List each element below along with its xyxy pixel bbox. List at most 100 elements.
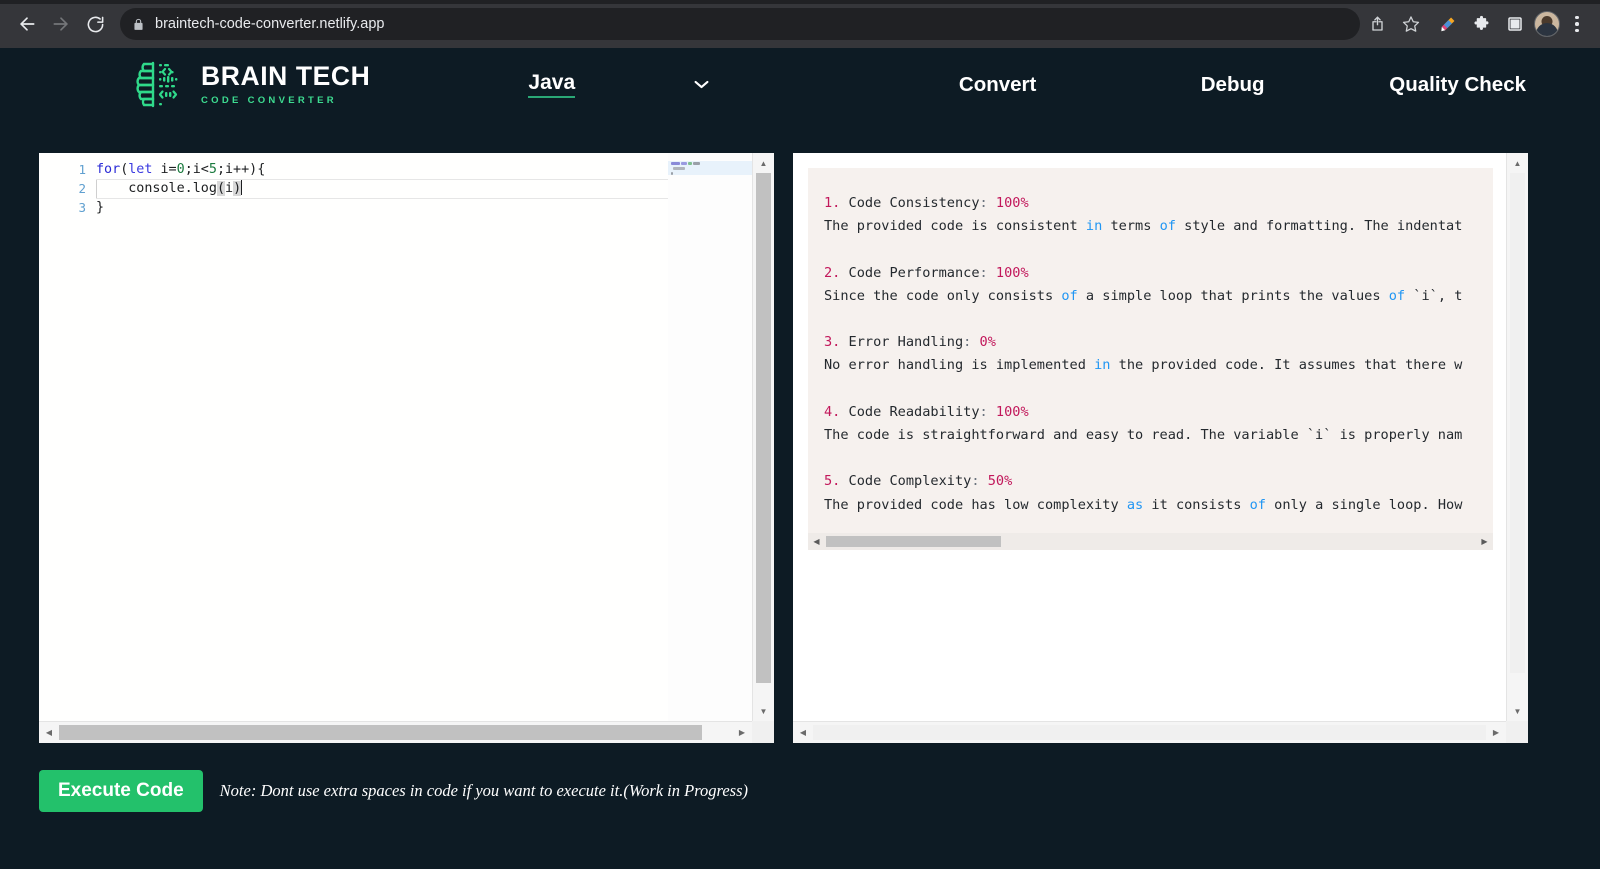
address-bar[interactable]: braintech-code-converter.netlify.app <box>120 8 1360 40</box>
horizontal-scroll-thumb[interactable] <box>826 536 1001 547</box>
item-colon: : <box>979 195 988 211</box>
item-index: 2. <box>824 264 841 281</box>
scroll-left-arrow[interactable]: ◀ <box>793 722 813 743</box>
vertical-scroll-thumb[interactable] <box>756 173 771 683</box>
report-body-5: The provided code has low complexity as … <box>824 494 1493 517</box>
report-item-2: 2. Code Performance: 100% <box>824 262 1493 285</box>
profile-avatar[interactable] <box>1534 11 1560 37</box>
main-nav: Java Convert Debug Quality Check <box>370 71 1600 98</box>
reload-button[interactable] <box>78 7 112 41</box>
forward-button[interactable] <box>44 7 78 41</box>
report-item-4: 4. Code Readability: 100% <box>824 401 1493 424</box>
highlighter-extension-icon[interactable] <box>1432 9 1462 39</box>
token-open-paren: ( <box>216 181 225 196</box>
line-separator <box>96 179 689 180</box>
body-keyword: in <box>1085 218 1103 235</box>
item-score: 100% <box>995 195 1029 211</box>
tab-strip-edge <box>0 0 1600 4</box>
editor-horizontal-scrollbar[interactable]: ◀ ▶ <box>39 721 752 743</box>
back-button[interactable] <box>10 7 44 41</box>
scroll-left-arrow[interactable]: ◀ <box>39 722 59 743</box>
code-line-text[interactable]: console.log(i) <box>96 179 243 198</box>
text-caret <box>241 180 243 195</box>
code-line-text[interactable]: for(let i=0;i<5;i++){ <box>96 160 265 179</box>
code-line-text[interactable]: } <box>96 198 104 217</box>
item-score: 50% <box>987 473 1013 490</box>
brain-circuit-logo <box>136 61 178 107</box>
minimap-line <box>693 162 700 165</box>
token-close-brace: } <box>96 200 105 215</box>
report-body-3: No error handling is implemented in the … <box>824 354 1493 377</box>
nav-item-debug[interactable]: Debug <box>1115 73 1350 97</box>
vertical-scroll-thumb[interactable] <box>1510 173 1525 673</box>
item-index: 1. <box>824 195 841 211</box>
token-arg-i: i <box>225 181 234 196</box>
item-title: Error Handling <box>840 334 964 351</box>
scroll-up-arrow[interactable]: ▲ <box>753 153 774 173</box>
item-score: 100% <box>995 403 1029 420</box>
line-number: 3 <box>78 200 86 215</box>
quality-report-panel[interactable]: 1. Code Consistency: 100% The provided c… <box>793 153 1528 743</box>
body-keyword: as <box>1126 496 1144 513</box>
chrome-right-actions <box>1432 9 1590 39</box>
nav-links: Convert Debug Quality Check <box>880 73 1565 97</box>
minimap-line <box>681 162 687 165</box>
body-mid: terms <box>1102 218 1160 235</box>
scrollbar-corner <box>1506 721 1528 743</box>
nav-item-convert[interactable]: Convert <box>880 73 1115 97</box>
share-icon[interactable] <box>1364 9 1394 39</box>
token-close-paren: ) <box>233 181 242 196</box>
browser-toolbar: braintech-code-converter.netlify.app <box>0 0 1600 48</box>
scroll-up-arrow[interactable]: ▲ <box>1507 153 1528 173</box>
report-body-1: The provided code is consistent in terms… <box>824 215 1493 238</box>
brand-text: BRAIN TECH CODE CONVERTER <box>201 63 370 106</box>
editor-minimap[interactable] <box>668 153 752 743</box>
language-selector[interactable]: Java <box>528 71 710 98</box>
minimap-line <box>688 162 692 165</box>
scroll-right-arrow[interactable]: ▶ <box>1486 722 1506 743</box>
scroll-down-arrow[interactable]: ▼ <box>1507 701 1528 721</box>
report-horizontal-scrollbar[interactable]: ◀ ▶ <box>808 533 1493 550</box>
execution-note: Note: Dont use extra spaces in code if y… <box>219 780 749 800</box>
body-mid: the provided code. It assumes that there… <box>1110 357 1463 374</box>
item-title: Code Performance <box>840 264 980 281</box>
editor-vertical-scrollbar[interactable]: ▲ ▼ <box>752 153 774 721</box>
item-colon: : <box>979 403 988 420</box>
item-score: 0% <box>979 334 996 351</box>
token-tail: ;i++){ <box>216 162 266 177</box>
body-keyword: of <box>1388 287 1406 304</box>
code-editor[interactable]: 1 for(let i=0;i<5;i++){ 2 console.log(i)… <box>39 153 774 743</box>
scroll-right-arrow[interactable]: ▶ <box>732 722 752 743</box>
minimap-line <box>671 162 680 165</box>
horizontal-scroll-thumb[interactable] <box>59 725 702 740</box>
body-pre: The provided code is consistent <box>824 218 1086 235</box>
report-body-2: Since the code only consists of a simple… <box>824 285 1493 308</box>
scroll-down-arrow[interactable]: ▼ <box>753 701 774 721</box>
horizontal-scroll-thumb[interactable] <box>813 725 1486 740</box>
code-line-2: 2 console.log(i) <box>39 179 774 198</box>
body-pre: No error handling is implemented <box>824 357 1095 374</box>
scroll-right-arrow[interactable]: ▶ <box>1476 537 1493 546</box>
brand-tagline: CODE CONVERTER <box>201 94 337 106</box>
output-horizontal-scrollbar[interactable]: ◀ ▶ <box>793 721 1506 743</box>
three-dot-menu-icon[interactable] <box>1564 9 1590 39</box>
scroll-left-arrow[interactable]: ◀ <box>808 537 825 546</box>
body-keyword: in <box>1094 357 1111 374</box>
language-label: Java <box>528 71 576 98</box>
output-vertical-scrollbar[interactable]: ▲ ▼ <box>1506 153 1528 721</box>
body-keyword: of <box>1249 496 1266 513</box>
execute-code-button[interactable]: Execute Code <box>39 770 203 812</box>
side-panel-icon[interactable] <box>1500 9 1530 39</box>
puzzle-piece-icon[interactable] <box>1466 9 1496 39</box>
chevron-down-icon[interactable] <box>693 79 710 90</box>
nav-item-quality-check[interactable]: Quality Check <box>1350 73 1565 97</box>
scrollbar-corner <box>752 721 774 743</box>
brand[interactable]: BRAIN TECH CODE CONVERTER <box>133 59 370 111</box>
star-icon[interactable] <box>1396 9 1426 39</box>
body-keyword: of <box>1159 218 1176 235</box>
line-number: 2 <box>78 181 86 196</box>
